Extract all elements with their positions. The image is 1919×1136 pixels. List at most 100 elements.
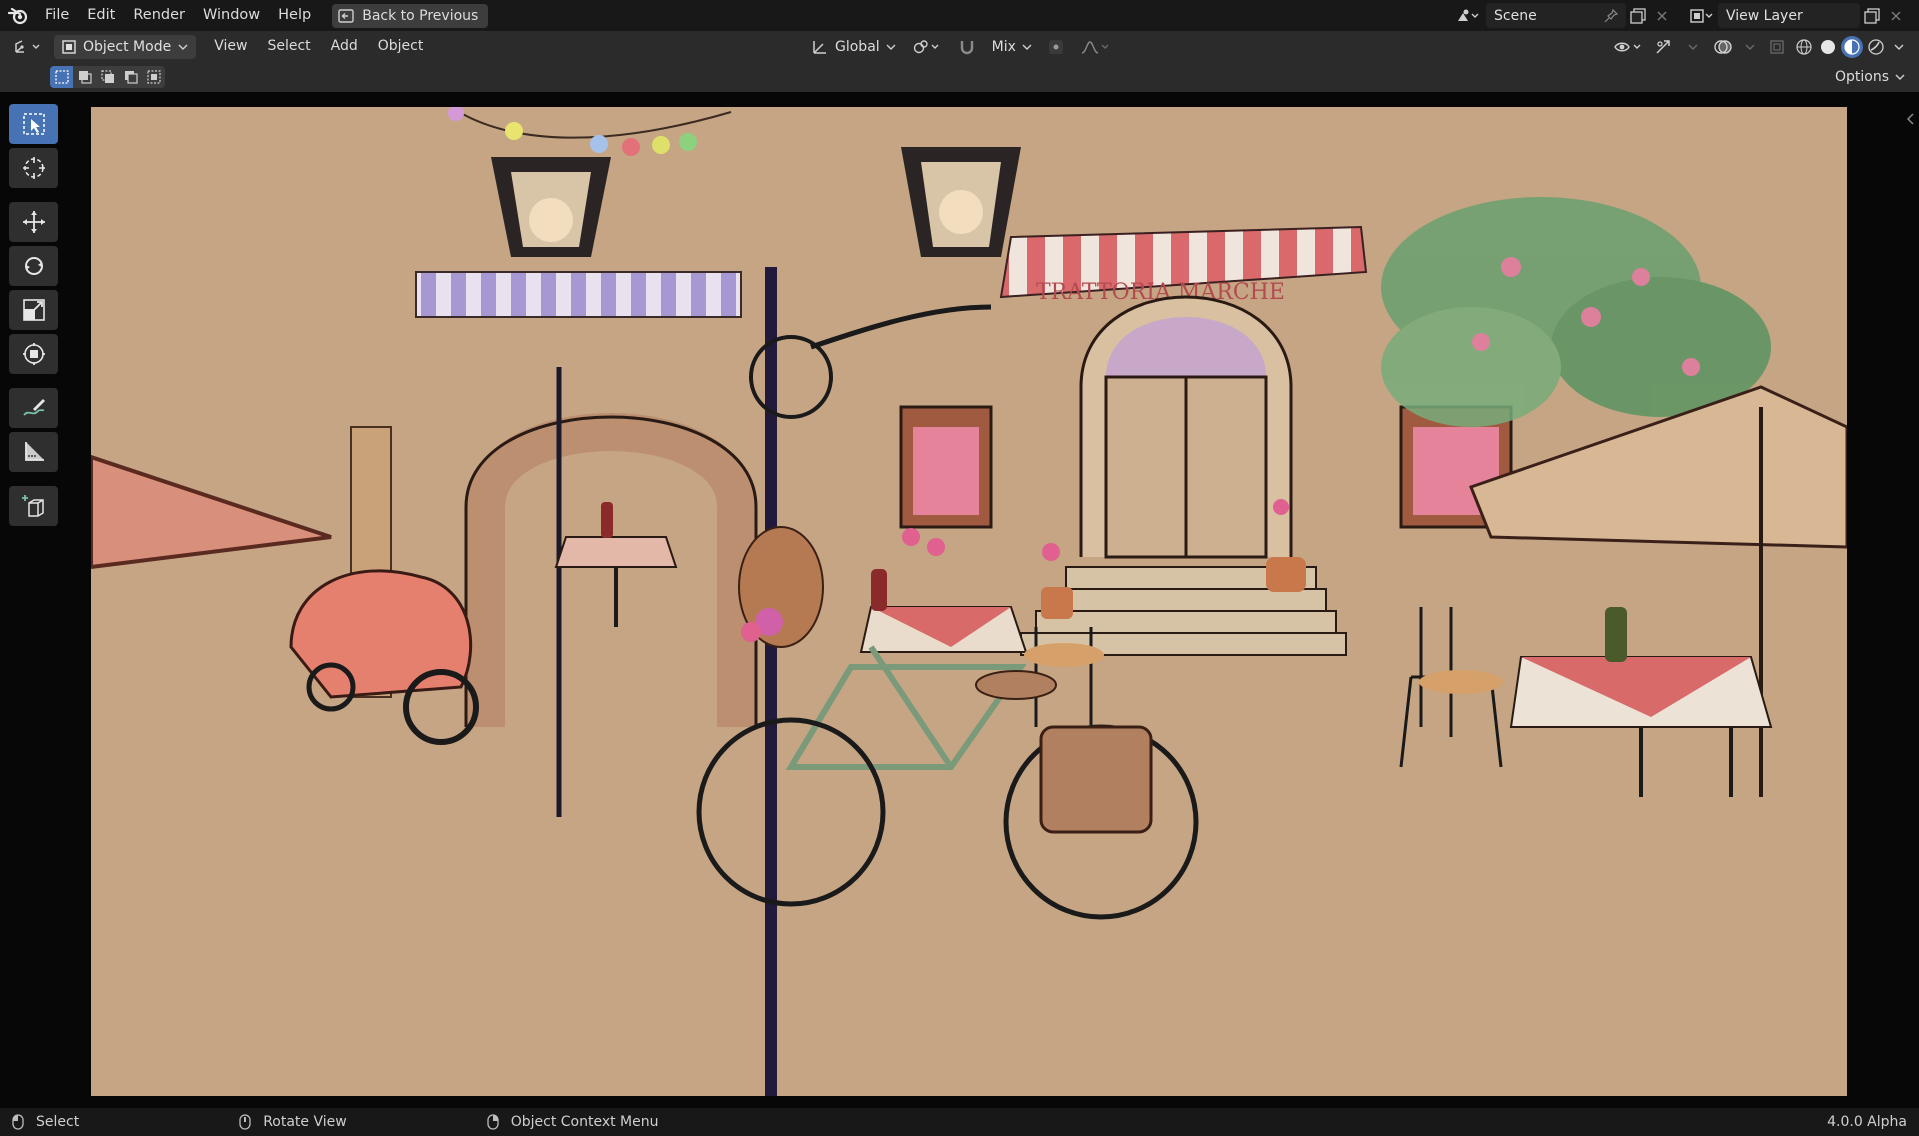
lantern-right xyxy=(901,147,1021,257)
transform-icon xyxy=(22,343,45,365)
new-scene-button[interactable] xyxy=(1626,3,1650,28)
wireframe-sphere-icon xyxy=(1796,38,1812,55)
back-screen-icon xyxy=(338,8,354,23)
select-subtract-icon[interactable] xyxy=(96,66,119,88)
move-tool[interactable] xyxy=(9,202,58,242)
version-label: 4.0.0 Alpha xyxy=(1827,1114,1907,1130)
chevron-down-icon xyxy=(178,44,188,50)
menu-help[interactable]: Help xyxy=(269,0,320,31)
mouse-middle-icon xyxy=(239,1114,251,1130)
scale-icon xyxy=(22,299,45,321)
pivot-point-dropdown[interactable] xyxy=(906,35,948,59)
rendered-shading-button[interactable] xyxy=(1865,36,1887,58)
header-menu-add[interactable]: Add xyxy=(321,31,368,62)
proportional-editing-dropdown[interactable]: Mix xyxy=(986,35,1038,59)
object-mode-icon xyxy=(62,39,76,54)
mouse-left-icon xyxy=(12,1114,24,1130)
menu-render[interactable]: Render xyxy=(124,0,194,31)
close-icon xyxy=(1657,11,1667,20)
chevron-down-icon xyxy=(1745,44,1755,50)
transform-orientation-dropdown[interactable]: Global xyxy=(805,35,902,59)
tool-settings-bar: Options xyxy=(0,62,1919,92)
3d-viewport-icon xyxy=(15,39,40,53)
blender-logo-icon[interactable] xyxy=(0,0,36,31)
left-toolbar xyxy=(9,104,59,526)
pin-icon[interactable] xyxy=(1604,8,1618,23)
view-layer-name-field[interactable]: View Layer xyxy=(1718,3,1860,28)
menu-file[interactable]: File xyxy=(36,0,78,31)
material-sphere-icon xyxy=(1844,38,1860,55)
material-preview-shading-button[interactable] xyxy=(1841,35,1863,58)
transform-orientation-label: Global xyxy=(835,38,880,55)
magnet-icon xyxy=(960,40,973,54)
annotate-icon xyxy=(22,399,45,416)
menu-window[interactable]: Window xyxy=(194,0,269,31)
editor-type-button[interactable] xyxy=(8,34,48,59)
header-menu-select[interactable]: Select xyxy=(257,31,320,62)
proportional-falloff-dropdown[interactable] xyxy=(1074,35,1116,59)
header-menu-view[interactable]: View xyxy=(204,31,257,62)
view-layer-browse-button[interactable] xyxy=(1684,3,1718,28)
delete-scene-button[interactable] xyxy=(1650,3,1674,28)
back-to-previous-button[interactable]: Back to Previous xyxy=(332,3,489,28)
scene-browse-button[interactable] xyxy=(1448,3,1486,28)
shading-dropdown[interactable] xyxy=(1889,34,1909,59)
back-to-previous-label: Back to Previous xyxy=(362,7,479,24)
overlays-toggle[interactable] xyxy=(1709,34,1737,59)
proportional-toggle[interactable] xyxy=(1042,35,1070,59)
gizmo-icon xyxy=(1656,39,1670,54)
menu-edit[interactable]: Edit xyxy=(78,0,124,31)
eye-icon xyxy=(1614,42,1641,51)
scene-name-field[interactable]: Scene xyxy=(1486,3,1626,28)
overlays-icon xyxy=(1714,39,1732,54)
new-view-layer-button[interactable] xyxy=(1860,3,1884,28)
duplicate-icon xyxy=(1864,7,1880,24)
wireframe-shading-button[interactable] xyxy=(1793,36,1815,58)
cursor-tool[interactable] xyxy=(9,148,58,188)
select-new-icon[interactable] xyxy=(50,66,73,88)
object-mode-dropdown[interactable]: Object Mode xyxy=(54,34,197,59)
falloff-curve-icon xyxy=(1081,40,1109,54)
select-box-tool[interactable] xyxy=(9,104,58,144)
options-dropdown[interactable]: Options xyxy=(1826,65,1913,89)
scene-selector: Scene xyxy=(1448,3,1674,28)
menu-board-left xyxy=(899,405,993,529)
proportional-dot-icon xyxy=(1048,39,1063,54)
header-right-tools xyxy=(1611,31,1909,62)
chevron-down-icon xyxy=(1688,44,1698,50)
visibility-dropdown[interactable] xyxy=(1611,34,1647,59)
delete-view-layer-button[interactable] xyxy=(1884,3,1908,28)
top-menu-bar: File Edit Render Window Help Back to Pre… xyxy=(0,0,1919,31)
select-intersect-icon[interactable] xyxy=(142,66,165,88)
sidebar-expand-icon[interactable] xyxy=(1905,112,1917,126)
measure-tool[interactable] xyxy=(9,432,58,472)
status-rotate-view-label: Rotate View xyxy=(263,1114,347,1130)
overlays-dropdown[interactable] xyxy=(1739,34,1761,59)
view-layer-selector: View Layer xyxy=(1684,3,1908,28)
select-invert-icon[interactable] xyxy=(119,66,142,88)
scale-tool[interactable] xyxy=(9,290,58,330)
snap-toggle[interactable] xyxy=(952,35,982,59)
options-label: Options xyxy=(1834,69,1889,85)
annotate-tool[interactable] xyxy=(9,388,58,428)
measure-icon xyxy=(24,442,44,461)
add-cube-icon xyxy=(21,495,44,517)
gizmo-dropdown[interactable] xyxy=(1679,34,1707,59)
header-menu-object[interactable]: Object xyxy=(368,31,434,62)
cursor-icon xyxy=(22,157,45,179)
transform-tool[interactable] xyxy=(9,334,58,374)
chevron-down-icon xyxy=(1894,44,1904,50)
camera-view-artwork: TRATTORIA MARCHE xyxy=(91,107,1847,1096)
close-icon xyxy=(1891,11,1901,20)
rotate-tool[interactable] xyxy=(9,246,58,286)
xray-toggle[interactable] xyxy=(1763,34,1791,59)
gizmo-toggle[interactable] xyxy=(1649,34,1677,59)
select-extend-icon[interactable] xyxy=(73,66,96,88)
pivot-icon xyxy=(913,39,939,53)
status-select-label: Select xyxy=(36,1114,80,1130)
xray-icon xyxy=(1770,39,1784,54)
add-cube-tool[interactable] xyxy=(9,486,58,526)
solid-shading-button[interactable] xyxy=(1817,36,1839,58)
proportional-mode-label: Mix xyxy=(991,38,1016,55)
move-icon xyxy=(22,211,45,233)
